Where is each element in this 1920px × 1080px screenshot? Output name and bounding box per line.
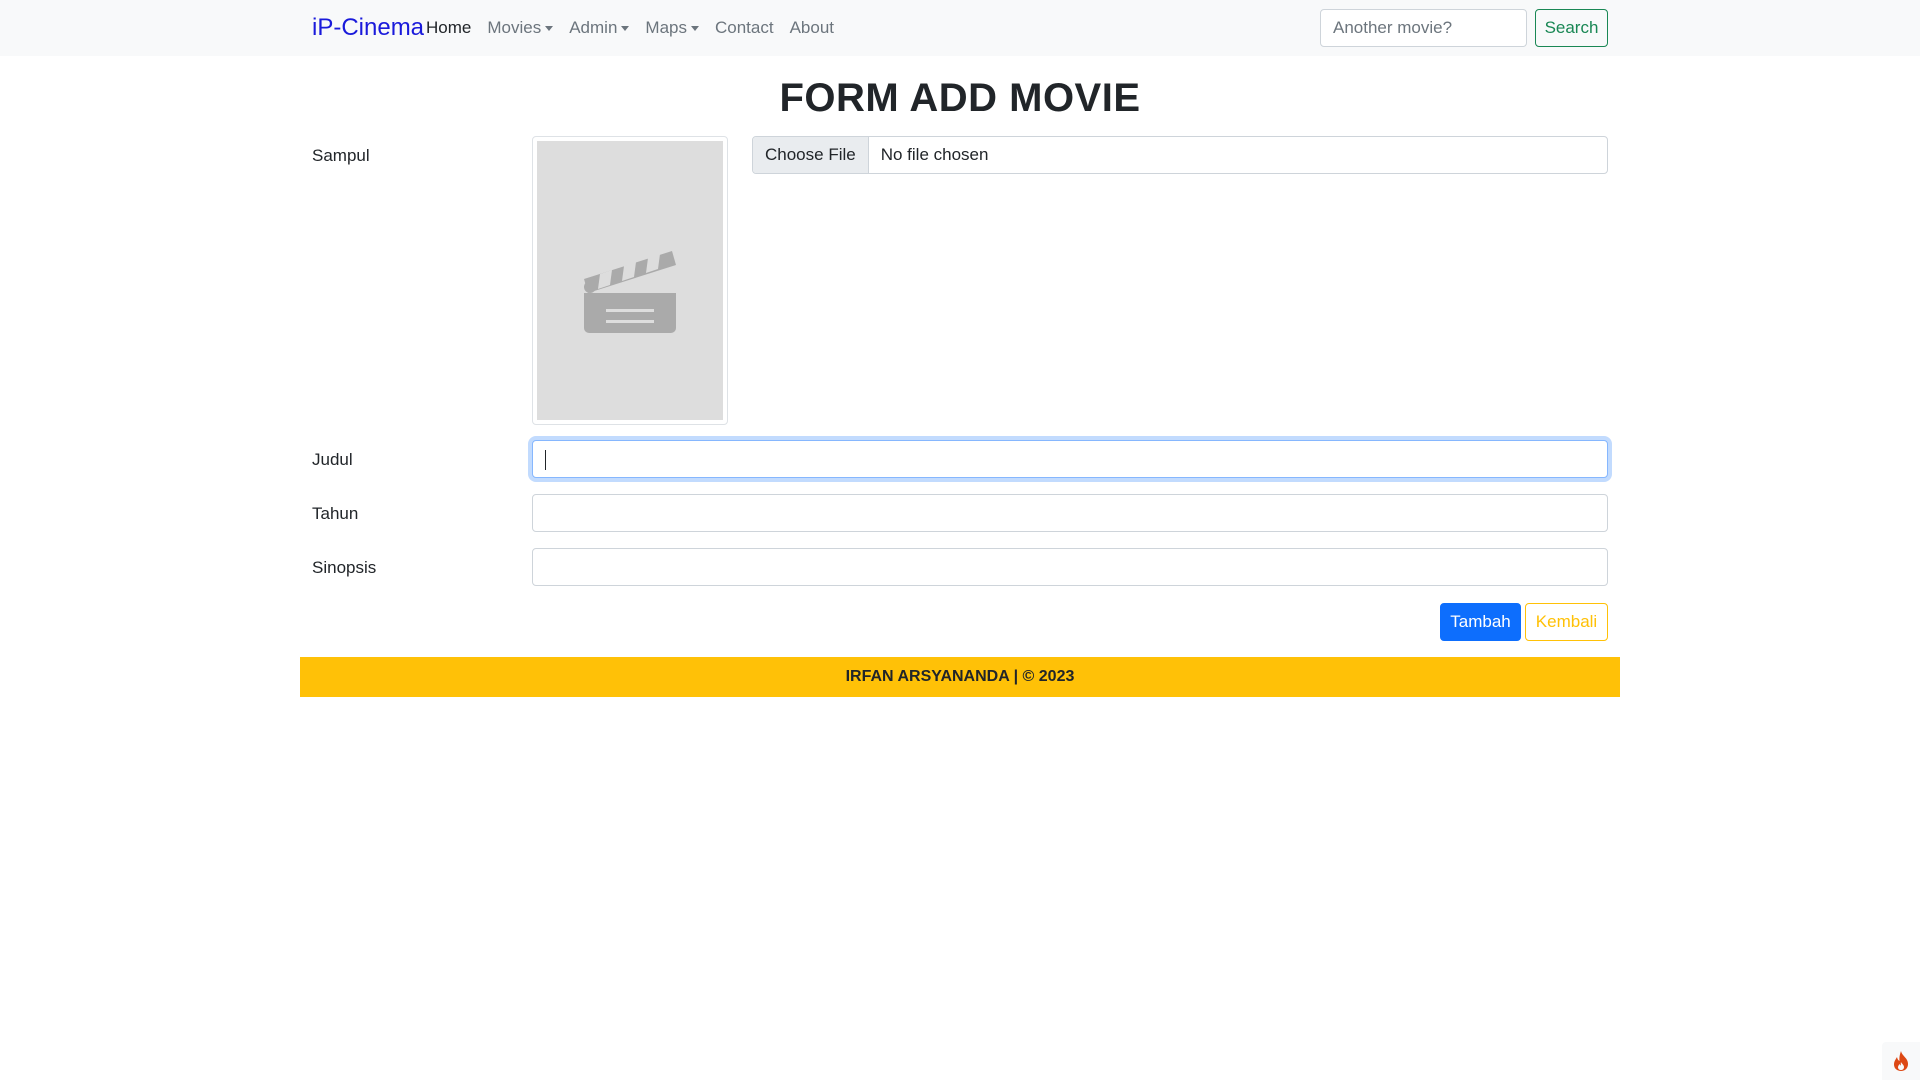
footer: IRFAN ARSYANANDA | © 2023	[300, 657, 1620, 697]
flame-icon	[1894, 1051, 1908, 1071]
nav-item-movies[interactable]: Movies	[487, 17, 554, 39]
choose-file-button[interactable]: Choose File	[753, 137, 869, 173]
cover-label: Sampul	[312, 146, 370, 165]
brand-link[interactable]: iP-Cinema	[312, 14, 424, 42]
nav-item-label: Movies	[487, 18, 542, 37]
footer-text: IRFAN ARSYANANDA | © 2023	[845, 668, 1075, 685]
nav-list: Home Movies Admin Maps Contact About	[426, 17, 850, 39]
cover-preview	[532, 136, 728, 425]
cover-file-input[interactable]: Choose File No file chosen	[752, 136, 1608, 174]
caret-down-icon	[690, 25, 699, 31]
file-status: No file chosen	[880, 145, 989, 164]
cover-placeholder	[537, 141, 723, 420]
nav-item-label: About	[789, 18, 835, 37]
search-input[interactable]	[1320, 9, 1527, 47]
clapperboard-icon	[584, 250, 676, 333]
back-button[interactable]: Kembali	[1525, 603, 1608, 641]
synopsis-input[interactable]	[532, 548, 1608, 586]
nav-item-label: Contact	[714, 18, 774, 37]
year-input[interactable]	[532, 494, 1608, 532]
nav-item-label: Maps	[645, 18, 687, 37]
search-button[interactable]: Search	[1535, 9, 1608, 47]
page-title: FORM ADD MOVIE	[779, 76, 1141, 120]
debug-toolbar-toggle[interactable]	[1882, 1042, 1920, 1080]
synopsis-label: Sinopsis	[312, 558, 377, 577]
caret-down-icon	[545, 25, 554, 31]
nav-item-contact[interactable]: Contact	[715, 17, 774, 39]
text-cursor	[545, 450, 546, 470]
title-input[interactable]	[532, 440, 1608, 478]
nav-item-label: Home	[426, 18, 472, 37]
nav-item-maps[interactable]: Maps	[645, 17, 699, 39]
navbar: iP-Cinema Home Movies Admin Maps Contact…	[0, 0, 1920, 56]
nav-item-home[interactable]: Home	[426, 17, 471, 39]
add-button[interactable]: Tambah	[1440, 603, 1521, 641]
nav-item-admin[interactable]: Admin	[569, 17, 630, 39]
nav-item-about[interactable]: About	[790, 17, 834, 39]
year-label: Tahun	[312, 504, 359, 523]
nav-item-label: Admin	[569, 18, 618, 37]
caret-down-icon	[621, 25, 630, 31]
title-label: Judul	[312, 450, 353, 469]
